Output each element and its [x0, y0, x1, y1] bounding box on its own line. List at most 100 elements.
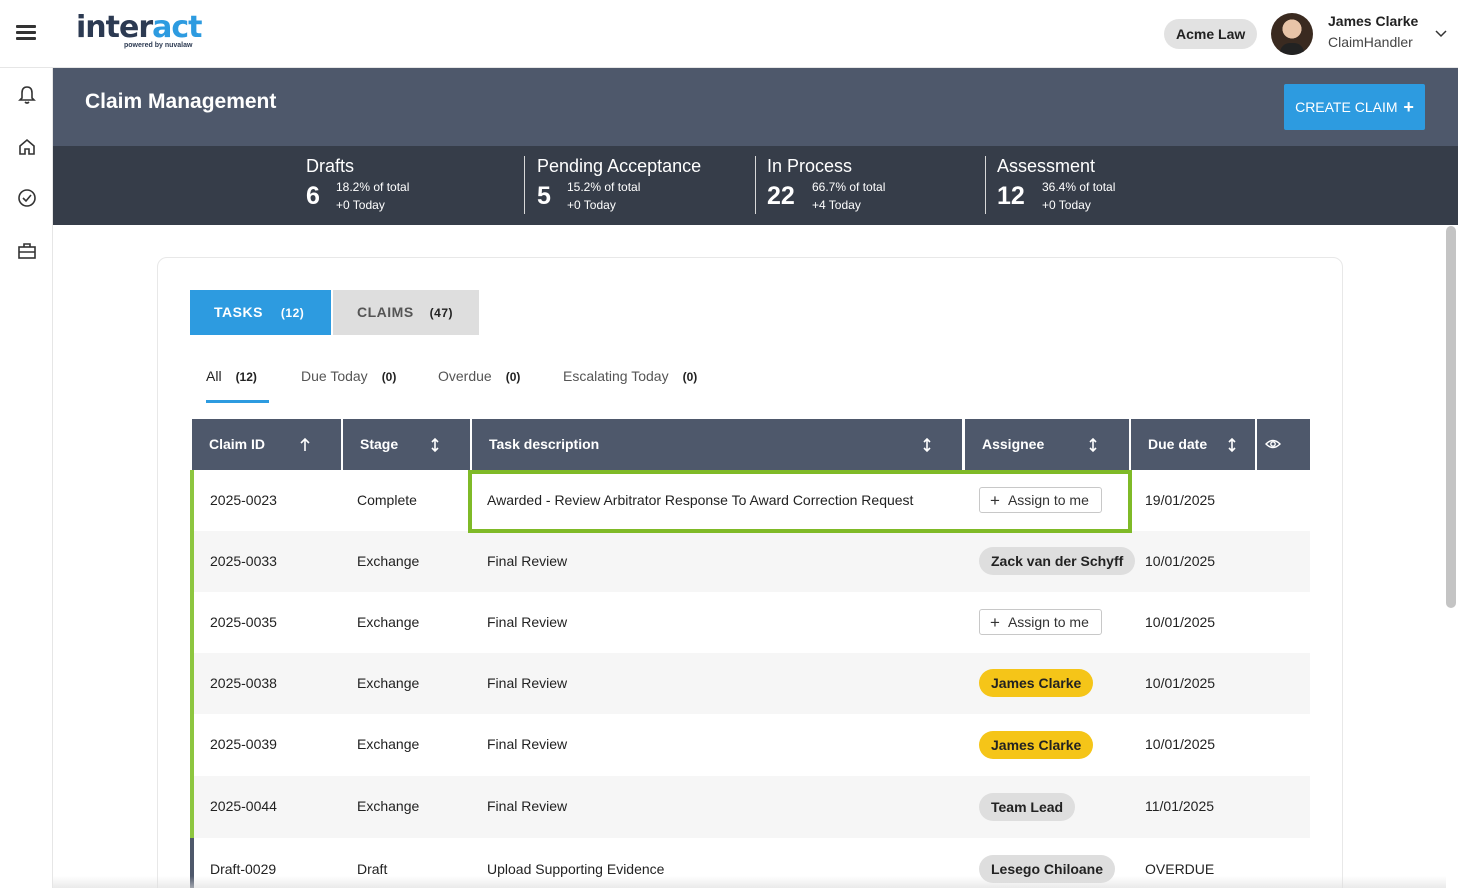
column-header-claim-id[interactable]: Claim ID: [192, 419, 341, 470]
sort-icon[interactable]: [1087, 437, 1099, 453]
create-claim-label: CREATE CLAIM: [1295, 99, 1398, 115]
assignee-chip[interactable]: Zack van der Schyff: [979, 547, 1136, 575]
stat-label: In Process: [767, 156, 853, 176]
stat-pending-acceptance[interactable]: Pending Acceptance 5 15.2% of total +0 T…: [537, 156, 701, 214]
sort-icon[interactable]: [921, 437, 933, 453]
stat-label: Assessment: [997, 156, 1096, 176]
org-badge[interactable]: Acme Law: [1164, 19, 1258, 49]
cell-claim-id[interactable]: 2025-0035: [210, 592, 277, 653]
cell-task[interactable]: Final Review: [487, 714, 567, 775]
stat-today-value: 0 Today: [1049, 198, 1091, 212]
table-row[interactable]: 2025-0033 Exchange Final Review Zack van…: [190, 531, 1310, 592]
cell-task[interactable]: Final Review: [487, 592, 567, 653]
sidebar: [0, 68, 53, 888]
page-title: Claim Management: [85, 90, 277, 113]
cell-claim-id[interactable]: 2025-0039: [210, 714, 277, 775]
filter-all[interactable]: All (12): [206, 368, 257, 384]
tab-label: CLAIMS: [357, 304, 414, 320]
stat-in-process[interactable]: In Process 22 66.7% of total +4 Today: [767, 156, 885, 214]
cell-due-date: OVERDUE: [1145, 861, 1215, 877]
column-label: Assignee: [982, 436, 1045, 452]
assignee-chip[interactable]: James Clarke: [979, 669, 1094, 697]
tab-count: (47): [429, 306, 454, 320]
stat-label: Drafts: [306, 156, 355, 176]
check-circle-icon[interactable]: [16, 187, 38, 209]
cell-due-date: 10/01/2025: [1145, 736, 1216, 752]
tab-count: (12): [280, 306, 305, 320]
table-row[interactable]: 2025-0039 Exchange Final Review James Cl…: [190, 714, 1310, 776]
cell-due-date: 19/01/2025: [1145, 492, 1216, 508]
filter-due-today[interactable]: Due Today (0): [301, 368, 396, 384]
sort-up-icon[interactable]: [299, 437, 311, 453]
sort-icon[interactable]: [429, 437, 441, 453]
user-role: ClaimHandler: [1328, 34, 1413, 50]
cell-task[interactable]: Final Review: [487, 531, 567, 592]
stat-percent: 15.2% of total: [567, 180, 641, 194]
briefcase-icon[interactable]: [16, 240, 38, 262]
filter-count: (0): [682, 370, 698, 384]
cell-stage: Exchange: [357, 798, 420, 814]
column-header-assignee[interactable]: Assignee: [965, 419, 1129, 470]
filter-escalating-today[interactable]: Escalating Today (0): [563, 368, 697, 384]
cell-due-date: 10/01/2025: [1145, 553, 1216, 569]
logo[interactable]: interact powered by nuvalaw: [76, 10, 203, 50]
filter-label: Escalating Today: [563, 368, 669, 384]
cell-stage: Complete: [357, 492, 417, 508]
bell-icon[interactable]: [16, 84, 38, 106]
column-header-due-date[interactable]: Due date: [1131, 419, 1255, 470]
column-visibility-toggle[interactable]: [1257, 419, 1310, 470]
assign-to-me-button[interactable]: + Assign to me: [979, 609, 1102, 635]
eye-icon[interactable]: [1265, 437, 1281, 451]
user-name[interactable]: James Clarke: [1328, 13, 1418, 29]
stat-today: +0 Today: [567, 198, 616, 212]
table-row[interactable]: Draft-0029 Draft Upload Supporting Evide…: [190, 838, 1310, 888]
stat-percent: 66.7% of total: [812, 180, 886, 194]
stat-assessment[interactable]: Assessment 12 36.4% of total +0 Today: [997, 156, 1115, 214]
tab-tasks[interactable]: TASKS (12): [190, 290, 331, 335]
cell-due-date: 10/01/2025: [1145, 675, 1216, 691]
table-row[interactable]: 2025-0023 Complete Awarded - Review Arbi…: [190, 470, 1310, 531]
assignee-chip[interactable]: James Clarke: [979, 731, 1094, 759]
avatar[interactable]: [1271, 13, 1313, 55]
cell-stage: Draft: [357, 861, 388, 877]
filter-overdue[interactable]: Overdue (0): [438, 368, 520, 384]
logo-tagline: powered by nuvalaw: [124, 42, 193, 49]
stat-count: 12: [997, 182, 1025, 210]
stat-count: 6: [306, 182, 320, 210]
assignee-chip[interactable]: Lesego Chiloane: [979, 855, 1116, 883]
column-label: Stage: [360, 436, 399, 452]
plus-icon: +: [990, 613, 1000, 632]
cell-task[interactable]: Awarded - Review Arbitrator Response To …: [487, 470, 913, 531]
cell-claim-id[interactable]: 2025-0023: [210, 470, 277, 531]
cell-task[interactable]: Final Review: [487, 776, 567, 837]
stat-divider: [755, 156, 756, 214]
cell-task[interactable]: Final Review: [487, 653, 567, 714]
cell-claim-id[interactable]: 2025-0044: [210, 776, 277, 837]
column-header-task-description[interactable]: Task description: [472, 419, 962, 470]
cell-claim-id[interactable]: Draft-0029: [210, 838, 276, 888]
cell-claim-id[interactable]: 2025-0033: [210, 531, 277, 592]
assignee-chip[interactable]: Team Lead: [979, 793, 1076, 821]
menu-icon[interactable]: [14, 22, 38, 44]
table-row[interactable]: 2025-0035 Exchange Final Review + Assign …: [190, 592, 1310, 653]
assign-label: Assign to me: [1007, 614, 1089, 630]
active-filter-indicator: [206, 400, 269, 403]
plus-icon: +: [1403, 97, 1414, 117]
home-icon[interactable]: [16, 136, 38, 158]
chevron-down-icon[interactable]: [1434, 26, 1448, 40]
logo-highlight: act: [152, 10, 202, 45]
stat-count: 5: [537, 182, 551, 210]
column-header-stage[interactable]: Stage: [343, 419, 470, 470]
scrollbar[interactable]: [1446, 226, 1456, 608]
tab-claims[interactable]: CLAIMS (47): [333, 290, 479, 335]
cell-claim-id[interactable]: 2025-0038: [210, 653, 277, 714]
cell-due-date: 10/01/2025: [1145, 614, 1216, 630]
table-row[interactable]: 2025-0038 Exchange Final Review James Cl…: [190, 653, 1310, 714]
cell-task[interactable]: Upload Supporting Evidence: [487, 838, 664, 888]
assign-to-me-button[interactable]: + Assign to me: [979, 487, 1102, 513]
stat-divider: [524, 156, 525, 214]
create-claim-button[interactable]: CREATE CLAIM +: [1284, 84, 1425, 130]
stat-drafts[interactable]: Drafts 6 18.2% of total +0 Today: [306, 156, 409, 214]
sort-icon[interactable]: [1226, 437, 1238, 453]
table-row[interactable]: 2025-0044 Exchange Final Review Team Lea…: [190, 776, 1310, 838]
